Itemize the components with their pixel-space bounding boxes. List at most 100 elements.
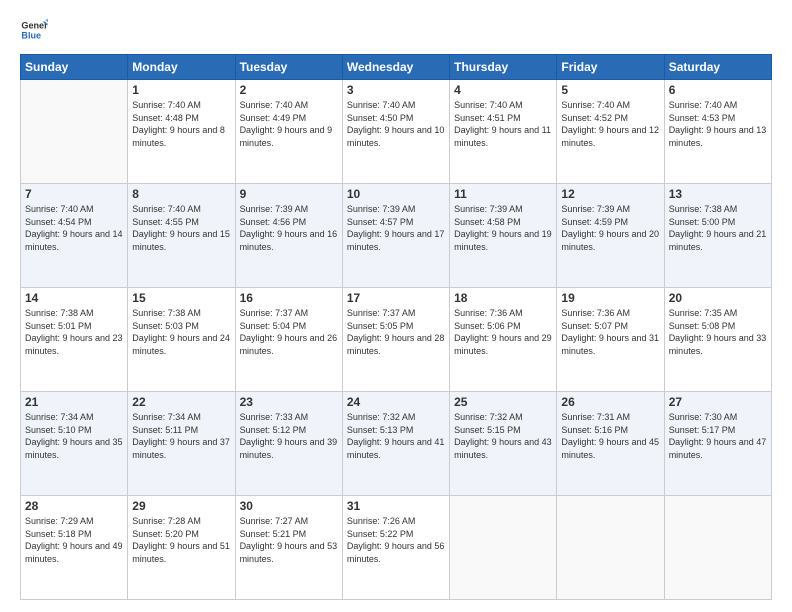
day-info: Sunrise: 7:40 AM Sunset: 4:53 PM Dayligh… bbox=[669, 99, 767, 149]
day-number: 16 bbox=[240, 291, 338, 305]
day-cell: 9 Sunrise: 7:39 AM Sunset: 4:56 PM Dayli… bbox=[235, 184, 342, 288]
day-number: 17 bbox=[347, 291, 445, 305]
day-info: Sunrise: 7:38 AM Sunset: 5:03 PM Dayligh… bbox=[132, 307, 230, 357]
day-cell: 30 Sunrise: 7:27 AM Sunset: 5:21 PM Dayl… bbox=[235, 496, 342, 600]
day-info: Sunrise: 7:40 AM Sunset: 4:52 PM Dayligh… bbox=[561, 99, 659, 149]
day-cell bbox=[450, 496, 557, 600]
day-info: Sunrise: 7:35 AM Sunset: 5:08 PM Dayligh… bbox=[669, 307, 767, 357]
day-number: 21 bbox=[25, 395, 123, 409]
day-number: 12 bbox=[561, 187, 659, 201]
weekday-header-thursday: Thursday bbox=[450, 55, 557, 80]
week-row-3: 14 Sunrise: 7:38 AM Sunset: 5:01 PM Dayl… bbox=[21, 288, 772, 392]
day-info: Sunrise: 7:29 AM Sunset: 5:18 PM Dayligh… bbox=[25, 515, 123, 565]
day-cell bbox=[664, 496, 771, 600]
day-cell: 2 Sunrise: 7:40 AM Sunset: 4:49 PM Dayli… bbox=[235, 80, 342, 184]
day-number: 25 bbox=[454, 395, 552, 409]
day-cell: 8 Sunrise: 7:40 AM Sunset: 4:55 PM Dayli… bbox=[128, 184, 235, 288]
day-cell: 27 Sunrise: 7:30 AM Sunset: 5:17 PM Dayl… bbox=[664, 392, 771, 496]
day-info: Sunrise: 7:34 AM Sunset: 5:11 PM Dayligh… bbox=[132, 411, 230, 461]
day-cell: 25 Sunrise: 7:32 AM Sunset: 5:15 PM Dayl… bbox=[450, 392, 557, 496]
day-number: 23 bbox=[240, 395, 338, 409]
header: General Blue bbox=[20, 16, 772, 44]
day-info: Sunrise: 7:34 AM Sunset: 5:10 PM Dayligh… bbox=[25, 411, 123, 461]
day-cell: 15 Sunrise: 7:38 AM Sunset: 5:03 PM Dayl… bbox=[128, 288, 235, 392]
day-cell: 13 Sunrise: 7:38 AM Sunset: 5:00 PM Dayl… bbox=[664, 184, 771, 288]
day-number: 18 bbox=[454, 291, 552, 305]
day-number: 22 bbox=[132, 395, 230, 409]
day-number: 28 bbox=[25, 499, 123, 513]
day-info: Sunrise: 7:40 AM Sunset: 4:54 PM Dayligh… bbox=[25, 203, 123, 253]
day-info: Sunrise: 7:32 AM Sunset: 5:13 PM Dayligh… bbox=[347, 411, 445, 461]
weekday-header-saturday: Saturday bbox=[664, 55, 771, 80]
day-cell: 20 Sunrise: 7:35 AM Sunset: 5:08 PM Dayl… bbox=[664, 288, 771, 392]
day-cell bbox=[557, 496, 664, 600]
day-info: Sunrise: 7:39 AM Sunset: 4:58 PM Dayligh… bbox=[454, 203, 552, 253]
day-number: 14 bbox=[25, 291, 123, 305]
day-number: 29 bbox=[132, 499, 230, 513]
day-number: 15 bbox=[132, 291, 230, 305]
day-info: Sunrise: 7:37 AM Sunset: 5:05 PM Dayligh… bbox=[347, 307, 445, 357]
weekday-header-sunday: Sunday bbox=[21, 55, 128, 80]
day-info: Sunrise: 7:40 AM Sunset: 4:49 PM Dayligh… bbox=[240, 99, 338, 149]
day-number: 1 bbox=[132, 83, 230, 97]
day-cell: 14 Sunrise: 7:38 AM Sunset: 5:01 PM Dayl… bbox=[21, 288, 128, 392]
day-number: 27 bbox=[669, 395, 767, 409]
day-info: Sunrise: 7:30 AM Sunset: 5:17 PM Dayligh… bbox=[669, 411, 767, 461]
day-number: 10 bbox=[347, 187, 445, 201]
logo: General Blue bbox=[20, 16, 52, 44]
week-row-5: 28 Sunrise: 7:29 AM Sunset: 5:18 PM Dayl… bbox=[21, 496, 772, 600]
day-cell: 19 Sunrise: 7:36 AM Sunset: 5:07 PM Dayl… bbox=[557, 288, 664, 392]
day-cell: 31 Sunrise: 7:26 AM Sunset: 5:22 PM Dayl… bbox=[342, 496, 449, 600]
day-number: 3 bbox=[347, 83, 445, 97]
day-cell: 23 Sunrise: 7:33 AM Sunset: 5:12 PM Dayl… bbox=[235, 392, 342, 496]
svg-text:Blue: Blue bbox=[21, 30, 41, 40]
day-cell: 18 Sunrise: 7:36 AM Sunset: 5:06 PM Dayl… bbox=[450, 288, 557, 392]
day-number: 13 bbox=[669, 187, 767, 201]
day-info: Sunrise: 7:38 AM Sunset: 5:00 PM Dayligh… bbox=[669, 203, 767, 253]
weekday-header-monday: Monday bbox=[128, 55, 235, 80]
day-cell: 10 Sunrise: 7:39 AM Sunset: 4:57 PM Dayl… bbox=[342, 184, 449, 288]
day-cell: 22 Sunrise: 7:34 AM Sunset: 5:11 PM Dayl… bbox=[128, 392, 235, 496]
day-info: Sunrise: 7:37 AM Sunset: 5:04 PM Dayligh… bbox=[240, 307, 338, 357]
day-number: 4 bbox=[454, 83, 552, 97]
day-number: 9 bbox=[240, 187, 338, 201]
logo-icon: General Blue bbox=[20, 16, 48, 44]
day-info: Sunrise: 7:27 AM Sunset: 5:21 PM Dayligh… bbox=[240, 515, 338, 565]
day-info: Sunrise: 7:36 AM Sunset: 5:06 PM Dayligh… bbox=[454, 307, 552, 357]
day-info: Sunrise: 7:38 AM Sunset: 5:01 PM Dayligh… bbox=[25, 307, 123, 357]
day-number: 30 bbox=[240, 499, 338, 513]
week-row-4: 21 Sunrise: 7:34 AM Sunset: 5:10 PM Dayl… bbox=[21, 392, 772, 496]
day-number: 26 bbox=[561, 395, 659, 409]
day-number: 24 bbox=[347, 395, 445, 409]
page: General Blue SundayMondayTuesdayWednesda… bbox=[0, 0, 792, 612]
week-row-2: 7 Sunrise: 7:40 AM Sunset: 4:54 PM Dayli… bbox=[21, 184, 772, 288]
day-cell: 16 Sunrise: 7:37 AM Sunset: 5:04 PM Dayl… bbox=[235, 288, 342, 392]
day-cell: 7 Sunrise: 7:40 AM Sunset: 4:54 PM Dayli… bbox=[21, 184, 128, 288]
day-info: Sunrise: 7:28 AM Sunset: 5:20 PM Dayligh… bbox=[132, 515, 230, 565]
day-number: 5 bbox=[561, 83, 659, 97]
day-info: Sunrise: 7:36 AM Sunset: 5:07 PM Dayligh… bbox=[561, 307, 659, 357]
day-info: Sunrise: 7:39 AM Sunset: 4:56 PM Dayligh… bbox=[240, 203, 338, 253]
day-info: Sunrise: 7:31 AM Sunset: 5:16 PM Dayligh… bbox=[561, 411, 659, 461]
day-cell: 12 Sunrise: 7:39 AM Sunset: 4:59 PM Dayl… bbox=[557, 184, 664, 288]
day-cell: 17 Sunrise: 7:37 AM Sunset: 5:05 PM Dayl… bbox=[342, 288, 449, 392]
day-cell: 4 Sunrise: 7:40 AM Sunset: 4:51 PM Dayli… bbox=[450, 80, 557, 184]
day-cell: 29 Sunrise: 7:28 AM Sunset: 5:20 PM Dayl… bbox=[128, 496, 235, 600]
day-number: 8 bbox=[132, 187, 230, 201]
day-cell: 5 Sunrise: 7:40 AM Sunset: 4:52 PM Dayli… bbox=[557, 80, 664, 184]
week-row-1: 1 Sunrise: 7:40 AM Sunset: 4:48 PM Dayli… bbox=[21, 80, 772, 184]
day-info: Sunrise: 7:33 AM Sunset: 5:12 PM Dayligh… bbox=[240, 411, 338, 461]
day-cell: 26 Sunrise: 7:31 AM Sunset: 5:16 PM Dayl… bbox=[557, 392, 664, 496]
day-cell: 28 Sunrise: 7:29 AM Sunset: 5:18 PM Dayl… bbox=[21, 496, 128, 600]
day-info: Sunrise: 7:40 AM Sunset: 4:50 PM Dayligh… bbox=[347, 99, 445, 149]
day-cell: 11 Sunrise: 7:39 AM Sunset: 4:58 PM Dayl… bbox=[450, 184, 557, 288]
day-number: 19 bbox=[561, 291, 659, 305]
day-cell: 24 Sunrise: 7:32 AM Sunset: 5:13 PM Dayl… bbox=[342, 392, 449, 496]
day-number: 11 bbox=[454, 187, 552, 201]
day-cell: 3 Sunrise: 7:40 AM Sunset: 4:50 PM Dayli… bbox=[342, 80, 449, 184]
day-info: Sunrise: 7:26 AM Sunset: 5:22 PM Dayligh… bbox=[347, 515, 445, 565]
day-cell: 21 Sunrise: 7:34 AM Sunset: 5:10 PM Dayl… bbox=[21, 392, 128, 496]
day-number: 7 bbox=[25, 187, 123, 201]
weekday-header-tuesday: Tuesday bbox=[235, 55, 342, 80]
day-number: 20 bbox=[669, 291, 767, 305]
